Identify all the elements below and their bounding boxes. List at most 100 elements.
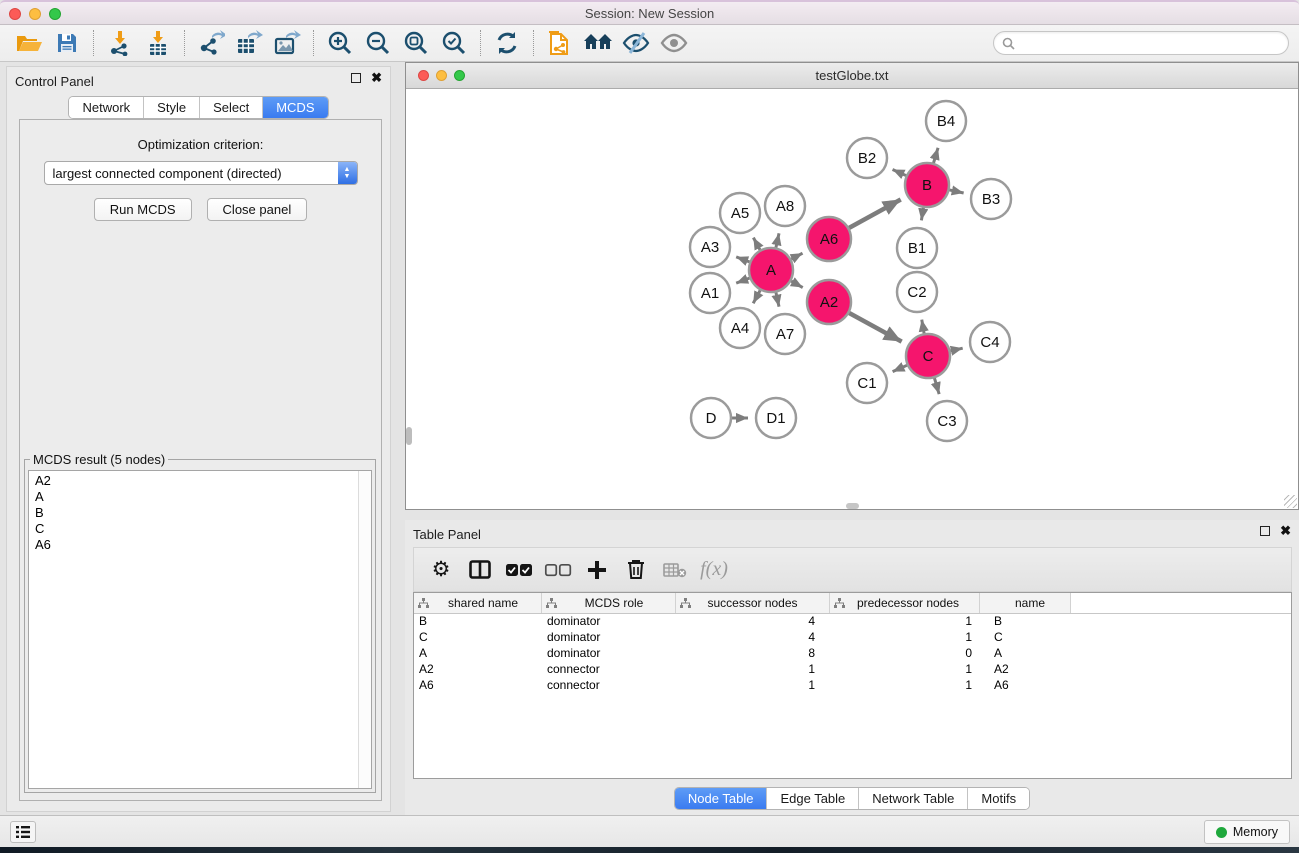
graph-node-B2[interactable]: B2 xyxy=(847,138,887,178)
graph-node-B3[interactable]: B3 xyxy=(971,179,1011,219)
result-list-item[interactable]: A2 xyxy=(35,473,365,489)
graph-edge-A-A1[interactable] xyxy=(736,278,749,283)
graph-node-A2[interactable]: A2 xyxy=(807,280,851,324)
table-cell[interactable]: 1 xyxy=(676,678,830,694)
graph-node-D[interactable]: D xyxy=(691,398,731,438)
network-minimize-button[interactable] xyxy=(436,70,447,81)
table-cell[interactable]: 1 xyxy=(830,614,980,630)
run-mcds-button[interactable]: Run MCDS xyxy=(94,198,192,221)
graph-node-C2[interactable]: C2 xyxy=(897,272,937,312)
graph-edge-A-A4[interactable] xyxy=(753,290,760,303)
close-panel-button[interactable]: Close panel xyxy=(207,198,308,221)
column-header-mcds-role[interactable]: MCDS role xyxy=(542,593,676,613)
graph-node-A8[interactable]: A8 xyxy=(765,186,805,226)
tab-mcds[interactable]: MCDS xyxy=(263,97,327,118)
graph-edge-A2-C[interactable] xyxy=(849,313,901,342)
graph-node-C[interactable]: C xyxy=(906,334,950,378)
table-cell[interactable]: 4 xyxy=(676,630,830,646)
graph-edge-B-B4[interactable] xyxy=(934,148,938,163)
table-row[interactable]: A6connector11A6 xyxy=(414,678,1291,694)
zoom-fit-button[interactable] xyxy=(397,27,435,59)
show-log-console-button[interactable] xyxy=(10,821,36,843)
graph-edge-C-C2[interactable] xyxy=(922,320,924,334)
graph-node-A1[interactable]: A1 xyxy=(690,273,730,313)
table-cell[interactable]: A2 xyxy=(414,662,542,678)
tab-motifs[interactable]: Motifs xyxy=(968,788,1029,809)
canvas-vscroll-thumb[interactable] xyxy=(406,427,412,445)
result-list-item[interactable]: A6 xyxy=(35,537,365,553)
close-table-panel-icon[interactable]: ✖ xyxy=(1280,526,1291,536)
float-panel-icon[interactable] xyxy=(351,73,361,83)
save-session-button[interactable] xyxy=(48,27,86,59)
graph-node-A3[interactable]: A3 xyxy=(690,227,730,267)
select-all-rows-button[interactable] xyxy=(504,555,534,585)
graph-edge-B-B3[interactable] xyxy=(949,190,963,193)
show-all-button[interactable] xyxy=(655,27,693,59)
graph-node-A4[interactable]: A4 xyxy=(720,308,760,348)
table-cell[interactable]: A6 xyxy=(980,678,1071,694)
zoom-in-button[interactable] xyxy=(321,27,359,59)
float-table-panel-icon[interactable] xyxy=(1260,526,1270,536)
deselect-all-rows-button[interactable] xyxy=(543,555,573,585)
column-header-predecessor-nodes[interactable]: predecessor nodes xyxy=(830,593,980,613)
close-window-button[interactable] xyxy=(9,8,21,20)
table-cell[interactable]: C xyxy=(414,630,542,646)
table-cell[interactable]: dominator xyxy=(542,630,676,646)
export-image-button[interactable] xyxy=(268,27,306,59)
import-network-button[interactable] xyxy=(101,27,139,59)
table-cell[interactable]: dominator xyxy=(542,614,676,630)
refresh-view-button[interactable] xyxy=(488,27,526,59)
optimization-criterion-dropdown[interactable]: largest connected component (directed) ▲… xyxy=(44,161,358,185)
table-cell[interactable]: B xyxy=(414,614,542,630)
network-close-button[interactable] xyxy=(418,70,429,81)
global-search-field[interactable] xyxy=(993,31,1289,55)
export-network-button[interactable] xyxy=(192,27,230,59)
first-neighbors-button[interactable] xyxy=(579,27,617,59)
table-cell[interactable]: dominator xyxy=(542,646,676,662)
graph-edge-A-A6[interactable] xyxy=(791,253,802,259)
graph-edge-B-B1[interactable] xyxy=(921,208,923,221)
column-header-successor-nodes[interactable]: successor nodes xyxy=(676,593,830,613)
network-canvas[interactable]: B4B2BB3A8A5A6B1A3AC2A1A2A4A7C4CC1C3DD1 xyxy=(406,89,1298,509)
table-cell[interactable]: A xyxy=(414,646,542,662)
result-list-item[interactable]: C xyxy=(35,521,365,537)
memory-button[interactable]: Memory xyxy=(1204,820,1290,844)
graph-edge-C-C4[interactable] xyxy=(950,348,962,351)
column-header-shared-name[interactable]: shared name xyxy=(414,593,542,613)
graph-node-B4[interactable]: B4 xyxy=(926,101,966,141)
table-row[interactable]: Cdominator41C xyxy=(414,630,1291,646)
graph-node-B1[interactable]: B1 xyxy=(897,228,937,268)
hide-selected-button[interactable] xyxy=(617,27,655,59)
network-window-titlebar[interactable]: testGlobe.txt xyxy=(406,63,1298,89)
graph-node-A6[interactable]: A6 xyxy=(807,217,851,261)
graph-node-D1[interactable]: D1 xyxy=(756,398,796,438)
table-cell[interactable]: B xyxy=(980,614,1071,630)
mcds-result-list[interactable]: A2ABCA6 xyxy=(28,470,372,789)
apply-function-button[interactable]: f(x) xyxy=(699,555,729,585)
table-cell[interactable]: A6 xyxy=(414,678,542,694)
window-resize-grip[interactable] xyxy=(1284,495,1297,508)
table-cell[interactable]: C xyxy=(980,630,1071,646)
zoom-selected-button[interactable] xyxy=(435,27,473,59)
graph-edge-A-A3[interactable] xyxy=(736,257,749,262)
tab-style[interactable]: Style xyxy=(144,97,200,118)
table-cell[interactable]: 1 xyxy=(676,662,830,678)
new-network-from-selection-button[interactable] xyxy=(541,27,579,59)
table-cell[interactable]: 8 xyxy=(676,646,830,662)
open-session-button[interactable] xyxy=(10,27,48,59)
graph-edge-A-A2[interactable] xyxy=(791,281,803,287)
table-cell[interactable]: A2 xyxy=(980,662,1071,678)
minimize-window-button[interactable] xyxy=(29,8,41,20)
tab-network-table[interactable]: Network Table xyxy=(859,788,968,809)
export-table-button[interactable] xyxy=(230,27,268,59)
maximize-window-button[interactable] xyxy=(49,8,61,20)
graph-node-A[interactable]: A xyxy=(749,248,793,292)
result-list-item[interactable]: B xyxy=(35,505,365,521)
graph-node-A5[interactable]: A5 xyxy=(720,193,760,233)
delete-table-button[interactable] xyxy=(660,555,690,585)
tab-edge-table[interactable]: Edge Table xyxy=(767,788,859,809)
network-maximize-button[interactable] xyxy=(454,70,465,81)
table-cell[interactable]: 1 xyxy=(830,630,980,646)
graph-edge-A-A7[interactable] xyxy=(776,292,779,306)
table-row[interactable]: Adominator80A xyxy=(414,646,1291,662)
